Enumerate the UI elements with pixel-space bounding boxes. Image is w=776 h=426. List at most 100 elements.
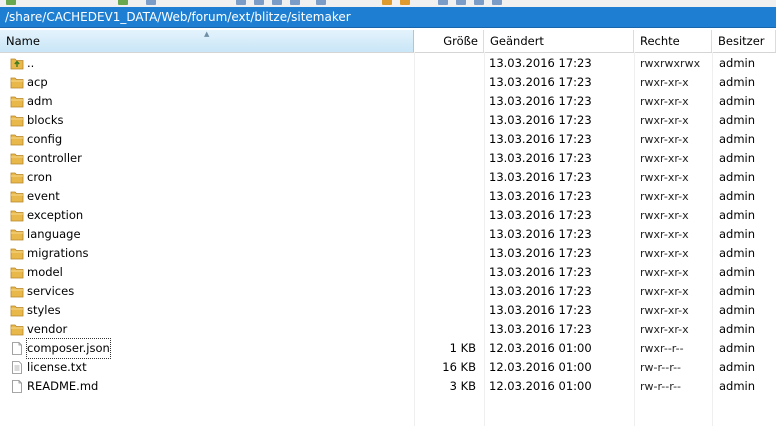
- toolbar-blue-icon-7[interactable]: [438, 0, 448, 5]
- file-name: README.md: [27, 379, 99, 393]
- file-name: services: [27, 284, 75, 298]
- file-row[interactable]: adm 13.03.2016 17:23 rwxr-xr-x admin: [0, 92, 776, 111]
- toolbar-blue-icon-8[interactable]: [456, 0, 466, 5]
- column-header-modified[interactable]: Geändert: [484, 30, 634, 52]
- file-permissions: rwxr-xr-x: [640, 190, 689, 203]
- toolbar-blue-icon-3[interactable]: [254, 0, 264, 5]
- file-size: [414, 301, 476, 320]
- toolbar-orange-icon[interactable]: [382, 0, 392, 5]
- column-header-owner[interactable]: Besitzer: [712, 30, 776, 52]
- file-row[interactable]: vendor 13.03.2016 17:23 rwxr-xr-x admin: [0, 320, 776, 339]
- file-size: [414, 149, 476, 168]
- file-name: styles: [27, 303, 61, 317]
- toolbar-blue-icon[interactable]: [146, 0, 156, 5]
- folder-icon: [10, 209, 24, 222]
- toolbar-blue-icon-10[interactable]: [492, 0, 502, 5]
- path-bar[interactable]: /share/CACHEDEV1_DATA/Web/forum/ext/blit…: [0, 7, 776, 28]
- file-owner: admin: [719, 341, 756, 355]
- file-owner: admin: [719, 94, 756, 108]
- folder-icon: [10, 171, 24, 184]
- column-header-name[interactable]: Name ▲: [0, 30, 414, 52]
- file-name: license.txt: [27, 360, 87, 374]
- toolbar-blue-icon-4[interactable]: [272, 0, 282, 5]
- file-modified: 13.03.2016 17:23: [489, 322, 592, 336]
- file-row[interactable]: license.txt 16 KB 12.03.2016 01:00 rw-r--r-…: [0, 358, 776, 377]
- file-owner: admin: [719, 227, 756, 241]
- file-name: model: [27, 265, 63, 279]
- column-header-permissions[interactable]: Rechte: [634, 30, 712, 52]
- file-owner: admin: [719, 56, 756, 70]
- file-name: adm: [27, 94, 53, 108]
- file-size: [414, 111, 476, 130]
- file-owner: admin: [719, 246, 756, 260]
- toolbar-blue-icon-5[interactable]: [290, 0, 300, 5]
- column-header: Name ▲ Größe Geändert Rechte Besitzer: [0, 30, 776, 53]
- file-permissions: rwxr-xr-x: [640, 285, 689, 298]
- file-row[interactable]: cron 13.03.2016 17:23 rwxr-xr-x admin: [0, 168, 776, 187]
- toolbar: [0, 0, 776, 7]
- file-size: [414, 320, 476, 339]
- file-name: language: [27, 227, 81, 241]
- file-row[interactable]: controller 13.03.2016 17:23 rwxr-xr-x admin: [0, 149, 776, 168]
- folder-icon: [10, 304, 24, 317]
- file-owner: admin: [719, 265, 756, 279]
- toolbar-blue-icon-2[interactable]: [236, 0, 246, 5]
- file-row[interactable]: .. 13.03.2016 17:23 rwxrwxrwx admin: [0, 54, 776, 73]
- folder-icon: [10, 114, 24, 127]
- file-row[interactable]: language 13.03.2016 17:23 rwxr-xr-x admin: [0, 225, 776, 244]
- file-row[interactable]: README.md 3 KB 12.03.2016 01:00 rw-r--r-- ad…: [0, 377, 776, 396]
- file-permissions: rwxr-xr-x: [640, 228, 689, 241]
- file-row[interactable]: model 13.03.2016 17:23 rwxr-xr-x admin: [0, 263, 776, 282]
- file-row[interactable]: config 13.03.2016 17:23 rwxr-xr-x admin: [0, 130, 776, 149]
- current-path: /share/CACHEDEV1_DATA/Web/forum/ext/blit…: [5, 10, 351, 24]
- file-owner: admin: [719, 151, 756, 165]
- file-owner: admin: [719, 189, 756, 203]
- file-owner: admin: [719, 284, 756, 298]
- file-size: [414, 225, 476, 244]
- file-row[interactable]: composer.json 1 KB 12.03.2016 01:00 rwxr--r…: [0, 338, 776, 359]
- toolbar-green-icon[interactable]: [6, 0, 16, 5]
- file-permissions: rwxr-xr-x: [640, 95, 689, 108]
- folder-icon: [10, 190, 24, 203]
- file-size: 1 KB: [449, 341, 476, 355]
- toolbar-orange-icon-2[interactable]: [400, 0, 410, 5]
- file-size: 3 KB: [449, 379, 476, 393]
- file-name: exception: [27, 208, 84, 222]
- file-row[interactable]: migrations 13.03.2016 17:23 rwxr-xr-x admin: [0, 244, 776, 263]
- file-permissions: rwxrwxrwx: [640, 57, 701, 70]
- file-modified: 13.03.2016 17:23: [489, 75, 592, 89]
- toolbar-blue-icon-6[interactable]: [316, 0, 326, 5]
- file-size: [414, 92, 476, 111]
- file-modified: 13.03.2016 17:23: [489, 265, 592, 279]
- file-row[interactable]: styles 13.03.2016 17:23 rwxr-xr-x admin: [0, 301, 776, 320]
- file-row[interactable]: blocks 13.03.2016 17:23 rwxr-xr-x admin: [0, 111, 776, 130]
- file-size: [414, 244, 476, 263]
- file-permissions: rw-r--r--: [640, 361, 682, 374]
- file-owner: admin: [719, 379, 756, 393]
- file-row[interactable]: acp 13.03.2016 17:23 rwxr-xr-x admin: [0, 73, 776, 92]
- file-size: [414, 54, 476, 73]
- column-owner-label: Besitzer: [718, 34, 765, 48]
- column-modified-label: Geändert: [490, 34, 544, 48]
- file-owner: admin: [719, 75, 756, 89]
- toolbar-blue-icon-9[interactable]: [474, 0, 484, 5]
- file-row[interactable]: event 13.03.2016 17:23 rwxr-xr-x admin: [0, 187, 776, 206]
- text-file-icon: [10, 361, 24, 374]
- file-row[interactable]: services 13.03.2016 17:23 rwxr-xr-x admin: [0, 282, 776, 301]
- file-name: acp: [27, 75, 48, 89]
- file-permissions: rwxr-xr-x: [640, 114, 689, 127]
- toolbar-green-icon-2[interactable]: [118, 0, 128, 5]
- column-header-size[interactable]: Größe: [414, 30, 484, 52]
- file-modified: 13.03.2016 17:23: [489, 208, 592, 222]
- column-size-label: Größe: [443, 34, 478, 48]
- file-modified: 12.03.2016 01:00: [489, 341, 592, 355]
- file-size: [414, 168, 476, 187]
- file-owner: admin: [719, 322, 756, 336]
- file-row[interactable]: exception 13.03.2016 17:23 rwxr-xr-x admin: [0, 206, 776, 225]
- file-permissions: rwxr-xr-x: [640, 209, 689, 222]
- file-modified: 13.03.2016 17:23: [489, 303, 592, 317]
- folder-icon: [10, 76, 24, 89]
- column-name-label: Name: [6, 34, 40, 48]
- folder-icon: [10, 133, 24, 146]
- file-owner: admin: [719, 360, 756, 374]
